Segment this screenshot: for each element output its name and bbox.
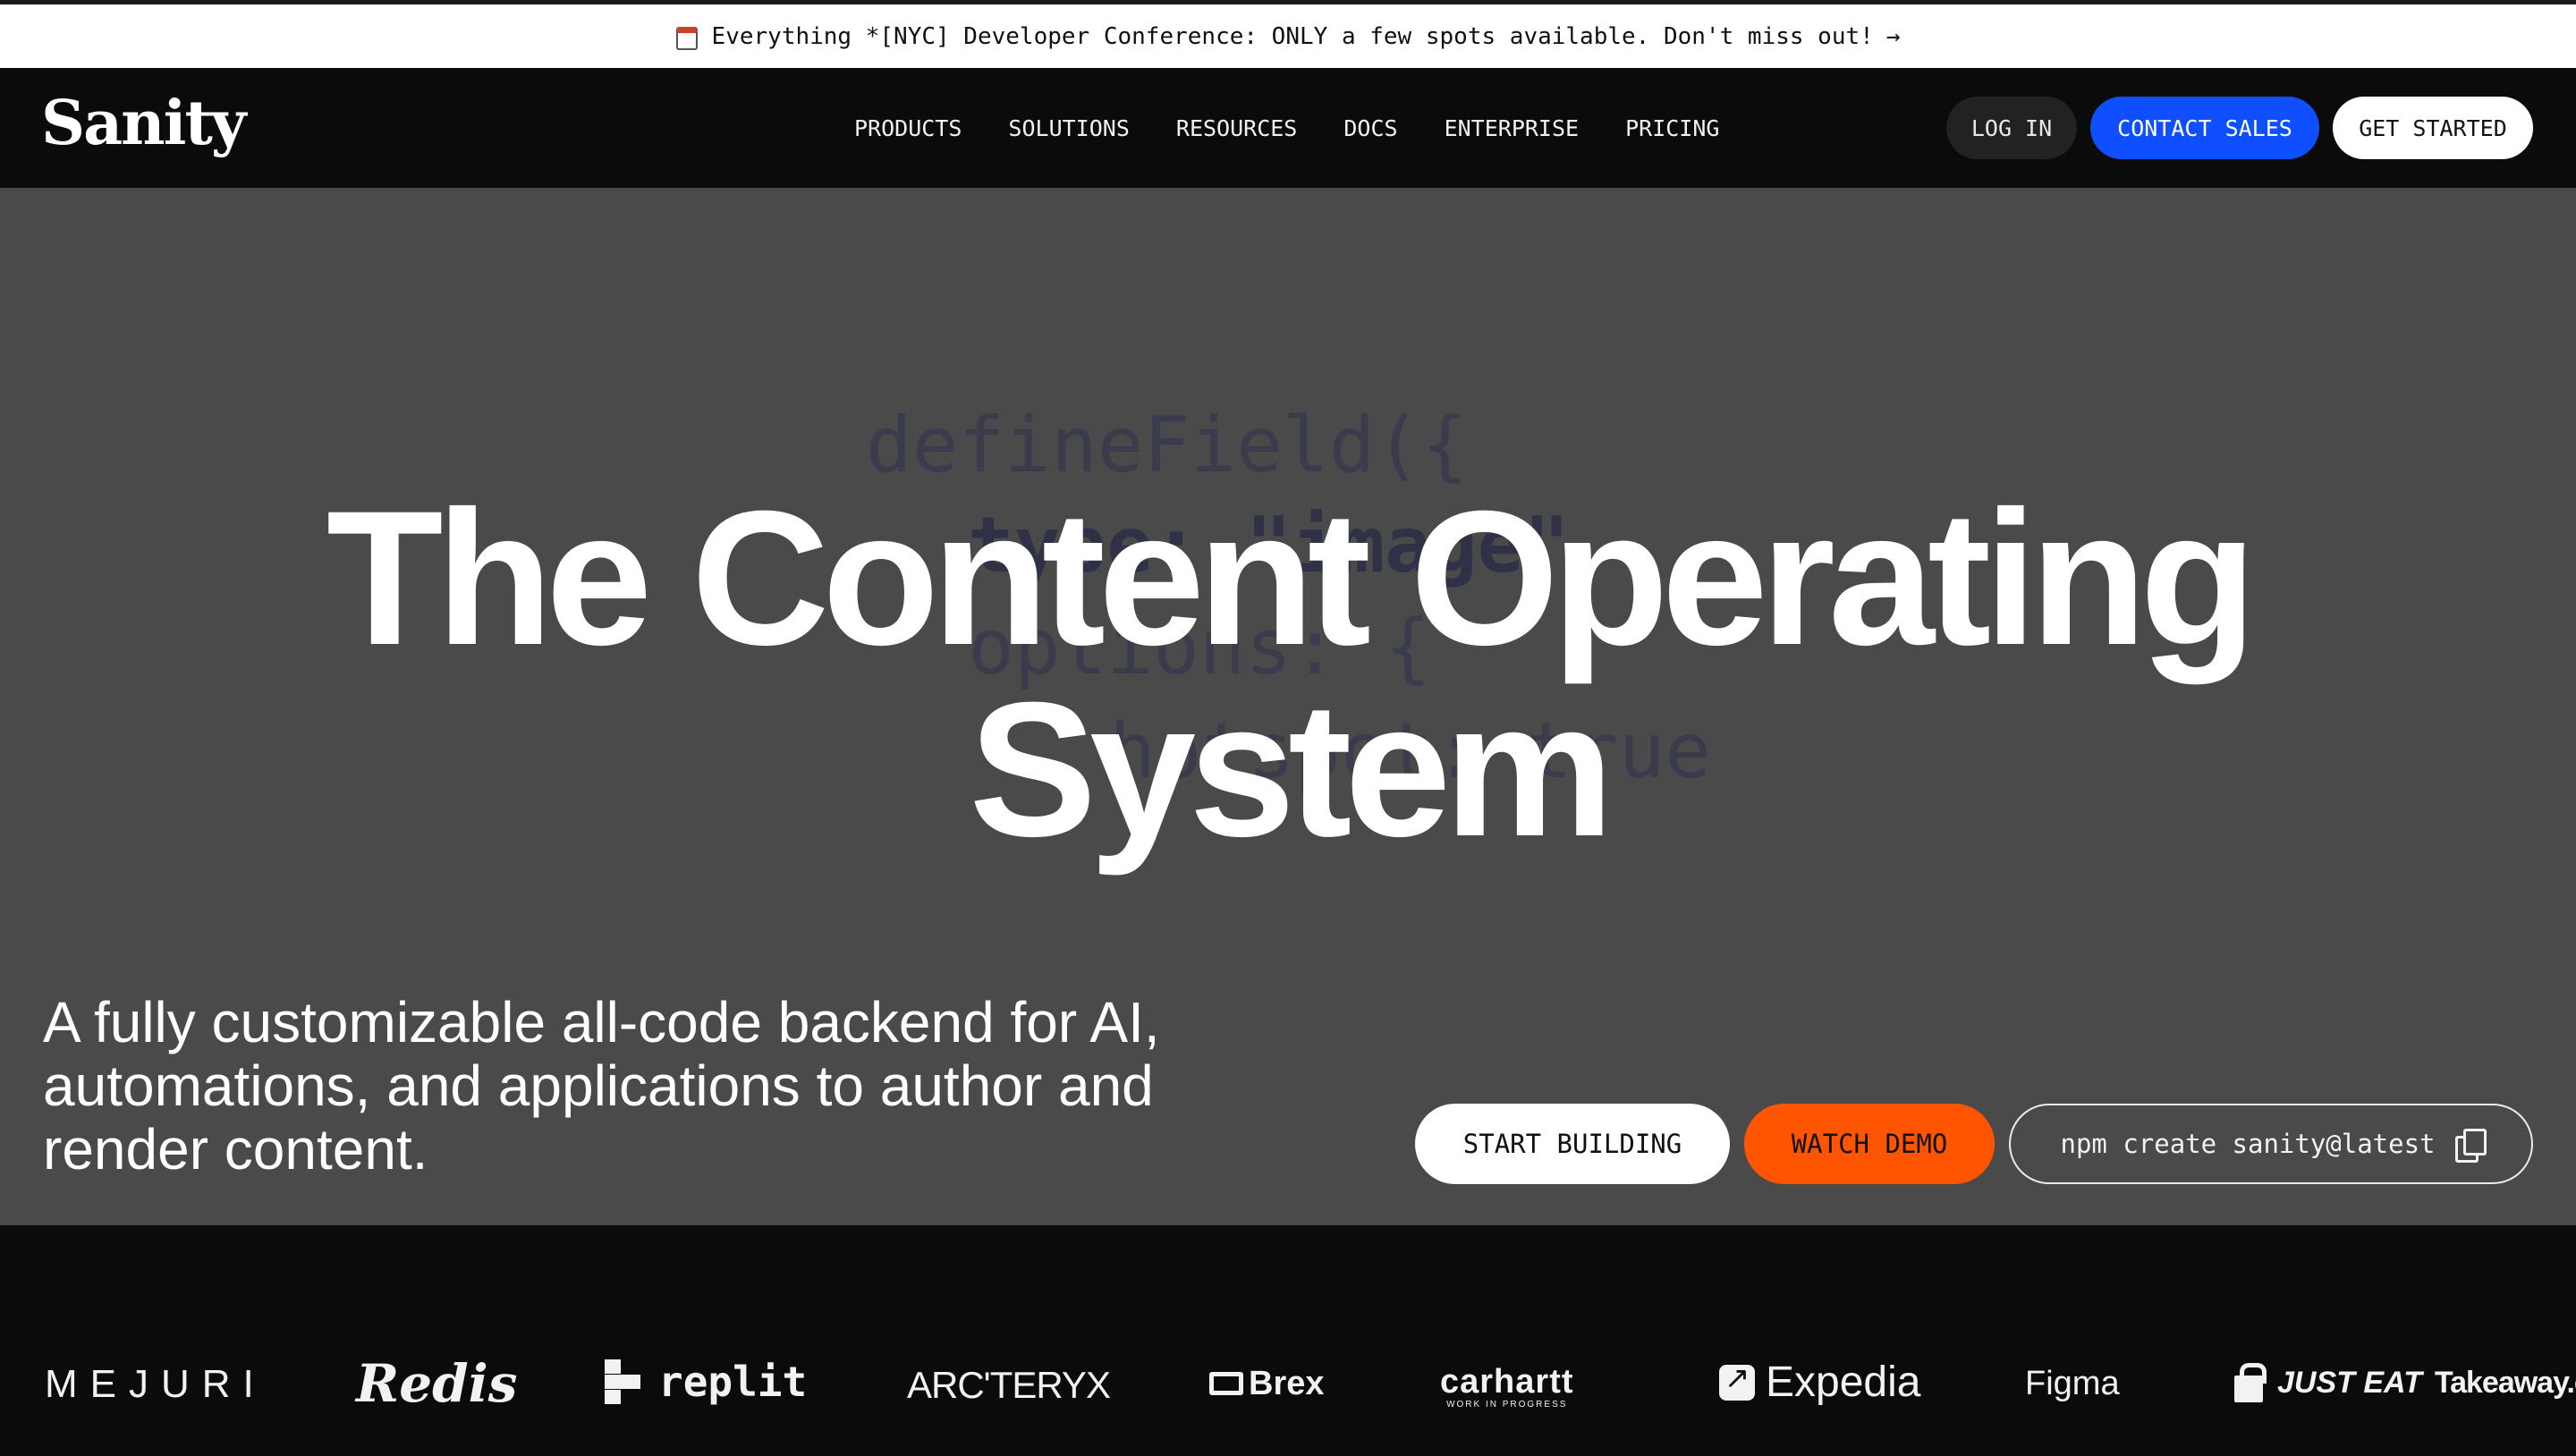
hero-section: defineField({ type: "image" options: { h… xyxy=(0,188,2576,1225)
carhartt-logo: carhartt WORK IN PROGRESS xyxy=(1440,1365,1574,1409)
nav-resources[interactable]: RESOURCES xyxy=(1176,115,1297,141)
npm-command-button[interactable]: npm create sanity@latest xyxy=(2009,1104,2533,1184)
arrow-right-icon[interactable]: → xyxy=(1886,23,1901,50)
hero-subtitle: A fully customizable all-code backend fo… xyxy=(43,990,1160,1181)
expedia-icon xyxy=(1719,1363,1755,1401)
figma-logo: Figma xyxy=(2025,1365,2120,1402)
replit-wordmark: replit xyxy=(658,1358,808,1406)
contact-sales-button[interactable]: CONTACT SALES xyxy=(2090,97,2319,159)
arcteryx-logo: ARC'TERYX xyxy=(907,1364,1111,1406)
announcement-text[interactable]: Everything *[NYC] Developer Conference: … xyxy=(712,23,1874,50)
replit-logo: replit xyxy=(605,1359,807,1404)
nav-solutions[interactable]: SOLUTIONS xyxy=(1008,115,1129,141)
brex-icon xyxy=(1209,1372,1243,1395)
customer-logos: MEJURI Redis replit ARC'TERYX Brex carha… xyxy=(0,1225,2576,1456)
replit-icon xyxy=(605,1359,640,1404)
nav-products[interactable]: PRODUCTS xyxy=(854,115,962,141)
brex-logo: Brex xyxy=(1209,1367,1325,1401)
house-icon xyxy=(2231,1363,2267,1402)
login-button[interactable]: LOG IN xyxy=(1946,97,2077,159)
nav-pricing[interactable]: PRICING xyxy=(1625,115,1719,141)
main-nav: PRODUCTS SOLUTIONS RESOURCES DOCS ENTERP… xyxy=(854,68,1766,188)
carhartt-tagline: WORK IN PROGRESS xyxy=(1446,1400,1568,1409)
start-building-button[interactable]: START BUILDING xyxy=(1415,1104,1730,1184)
nav-docs[interactable]: DOCS xyxy=(1343,115,1397,141)
carhartt-wordmark: carhartt xyxy=(1440,1363,1574,1401)
expedia-logo: Expedia xyxy=(1719,1361,1920,1404)
mejuri-logo: MEJURI xyxy=(45,1362,267,1406)
hero-headline: The Content Operating System xyxy=(326,471,2257,876)
site-header: Sanity PRODUCTS SOLUTIONS RESOURCES DOCS… xyxy=(0,68,2576,188)
copy-icon[interactable] xyxy=(2454,1129,2487,1163)
expedia-wordmark: Expedia xyxy=(1766,1359,1921,1406)
redis-logo: Redis xyxy=(356,1353,518,1414)
watch-demo-button[interactable]: WATCH DEMO xyxy=(1744,1104,1995,1184)
npm-command-text: npm create sanity@latest xyxy=(2060,1129,2436,1159)
justeat-wordmark: JUST EAT xyxy=(2277,1366,2422,1400)
sanity-logo[interactable]: Sanity xyxy=(41,88,246,159)
get-started-button[interactable]: GET STARTED xyxy=(2333,97,2533,159)
nav-enterprise[interactable]: ENTERPRISE xyxy=(1445,115,1580,141)
brex-wordmark: Brex xyxy=(1249,1365,1325,1402)
announcement-bar[interactable]: Everything *[NYC] Developer Conference: … xyxy=(0,0,2576,68)
takeaway-wordmark: Takeaway.com xyxy=(2434,1366,2576,1400)
justeat-takeaway-logo: JUST EAT Takeaway.com xyxy=(2231,1363,2576,1402)
calendar-icon xyxy=(675,26,698,50)
